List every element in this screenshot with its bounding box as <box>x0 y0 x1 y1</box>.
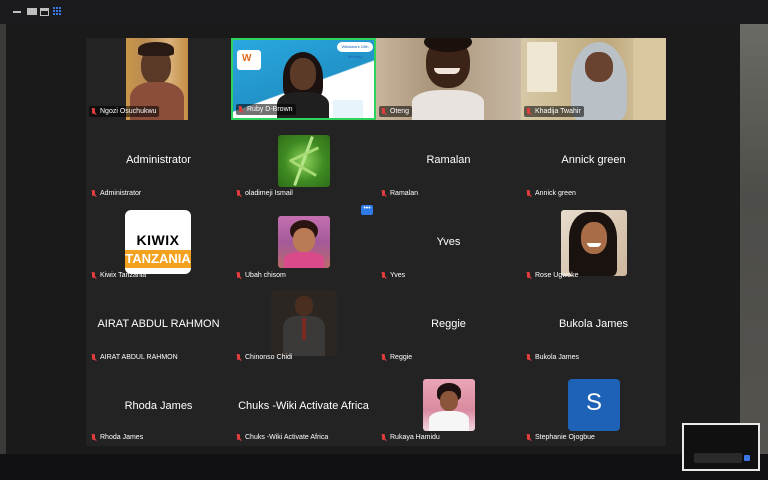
participant-name-label: Chuks -Wiki Activate Africa <box>234 432 331 443</box>
participant-name-label: Chinonso Chidi <box>234 352 295 363</box>
participant-name-label: Ramalan <box>379 188 421 199</box>
participant-name-label: Yves <box>379 270 408 281</box>
participant-tile[interactable]: Ngozi Osuchukwu <box>86 38 231 120</box>
participant-tile[interactable]: KIWIX TANZANIA Kiwix Tanzania <box>86 202 231 284</box>
participant-center-name: Administrator <box>126 154 191 166</box>
mic-muted-icon <box>527 354 530 360</box>
participant-name-label: Kiwix Tanzania <box>89 270 149 281</box>
participant-profile-image <box>278 135 330 187</box>
participant-tile[interactable]: Rhoda James Rhoda James <box>86 366 231 446</box>
mic-muted-icon <box>92 354 95 360</box>
mic-muted-icon <box>527 190 530 196</box>
participant-center-name: Bukola James <box>558 318 629 330</box>
mic-muted-icon <box>237 190 240 196</box>
participant-tile[interactable]: Ramalan Ramalan <box>376 120 521 202</box>
participant-name-label: Reggie <box>379 352 415 363</box>
mic-muted-icon <box>92 434 95 440</box>
participant-name-label: Rukaya Hamidu <box>379 432 443 443</box>
mic-muted-icon <box>527 272 530 278</box>
participant-name-label: Ruby D-Brown <box>236 104 296 115</box>
wiki-logo-icon: W <box>237 50 261 70</box>
participant-center-name: Chuks -Wiki Activate Africa <box>238 400 369 412</box>
minimize-icon[interactable] <box>13 11 21 13</box>
participant-tile[interactable]: Khadija Twahir <box>521 38 666 120</box>
event-banner: Wikidata's 10th Birthday <box>337 42 373 59</box>
mic-muted-icon <box>92 272 95 278</box>
mic-muted-icon <box>237 354 240 360</box>
participant-tile[interactable]: Reggie Reggie <box>376 284 521 366</box>
participant-center-name: Annick green <box>561 154 626 166</box>
participant-name-label: Bukola James <box>524 352 582 363</box>
participant-profile-image <box>278 216 330 268</box>
mic-muted-icon <box>239 106 242 112</box>
participant-video <box>412 38 484 120</box>
participant-tile-active[interactable]: W Wikidata's 10th Birthday Ruby D-Brown <box>231 38 376 120</box>
participant-tile[interactable]: Chuks -Wiki Activate Africa Chuks -Wiki … <box>231 366 376 446</box>
participant-name-label: Administrator <box>89 188 144 199</box>
participant-tile[interactable]: Administrator Administrator <box>86 120 231 202</box>
mic-muted-icon <box>92 108 95 114</box>
participant-name-label: Annick green <box>524 188 579 199</box>
mic-muted-icon <box>382 434 385 440</box>
participant-name-label: Oteng <box>379 106 413 117</box>
mic-muted-icon <box>237 434 240 440</box>
participant-name-label: Khadija Twahir <box>524 106 584 117</box>
kiwix-logo: KIWIX TANZANIA <box>125 210 191 274</box>
participant-center-name: Yves <box>436 236 461 248</box>
mic-muted-icon <box>382 354 385 360</box>
participant-name-label: Ngozi Osuchukwu <box>89 106 160 117</box>
participant-center-name: Ramalan <box>426 154 471 166</box>
participant-tile[interactable]: Rose Ugwoke <box>521 202 666 284</box>
restore-icon[interactable] <box>27 8 37 15</box>
participant-tile[interactable]: Oteng <box>376 38 521 120</box>
self-view-thumbnail[interactable] <box>682 423 760 471</box>
participant-name-label: Ubah chisom <box>234 270 289 281</box>
participant-tile[interactable]: AIRAT ABDUL RAHMON AIRAT ABDUL RAHMON <box>86 284 231 366</box>
gallery-view-icon[interactable] <box>52 6 61 15</box>
participant-name-label: Stephanie Ojogbue <box>524 432 598 443</box>
participant-name-label: oladimeji Ismail <box>234 188 296 199</box>
participant-initial-avatar: S <box>568 379 620 431</box>
participant-tile[interactable]: Ubah chisom <box>231 202 376 284</box>
participant-profile-image <box>423 379 475 431</box>
participant-profile-image <box>271 290 337 356</box>
mic-muted-icon <box>382 190 385 196</box>
participant-name-label: AIRAT ABDUL RAHMON <box>89 352 181 363</box>
participant-profile-image <box>561 210 627 276</box>
title-bar <box>0 0 768 24</box>
participant-center-name: AIRAT ABDUL RAHMON <box>97 318 220 330</box>
participant-tile[interactable]: Bukola James Bukola James <box>521 284 666 366</box>
mic-muted-icon <box>382 108 385 114</box>
mic-muted-icon <box>527 434 530 440</box>
participant-name-label: Rose Ugwoke <box>524 270 582 281</box>
tile-more-options-button[interactable]: ••• <box>361 205 373 215</box>
participant-center-name: Reggie <box>431 318 466 330</box>
participant-center-name: Rhoda James <box>124 400 193 412</box>
participant-name-label: Rhoda James <box>89 432 146 443</box>
participant-tile[interactable]: Chinonso Chidi <box>231 284 376 366</box>
mic-muted-icon <box>237 272 240 278</box>
maximize-icon[interactable] <box>40 8 49 16</box>
desktop-background-right <box>740 24 768 454</box>
self-view-controls <box>694 453 750 463</box>
participant-tile[interactable]: Annick green Annick green <box>521 120 666 202</box>
desktop-background-left <box>0 24 6 454</box>
mic-muted-icon <box>527 108 530 114</box>
bottom-bar <box>0 454 768 480</box>
mic-muted-icon <box>92 190 95 196</box>
gallery-grid: Ngozi Osuchukwu W Wikidata's 10th Birthd… <box>86 38 666 446</box>
participant-tile[interactable]: S Stephanie Ojogbue <box>521 366 666 446</box>
participant-tile[interactable]: Yves Yves <box>376 202 521 284</box>
mic-muted-icon <box>382 272 385 278</box>
participant-tile[interactable]: Rukaya Hamidu <box>376 366 521 446</box>
participant-tile[interactable]: oladimeji Ismail <box>231 120 376 202</box>
